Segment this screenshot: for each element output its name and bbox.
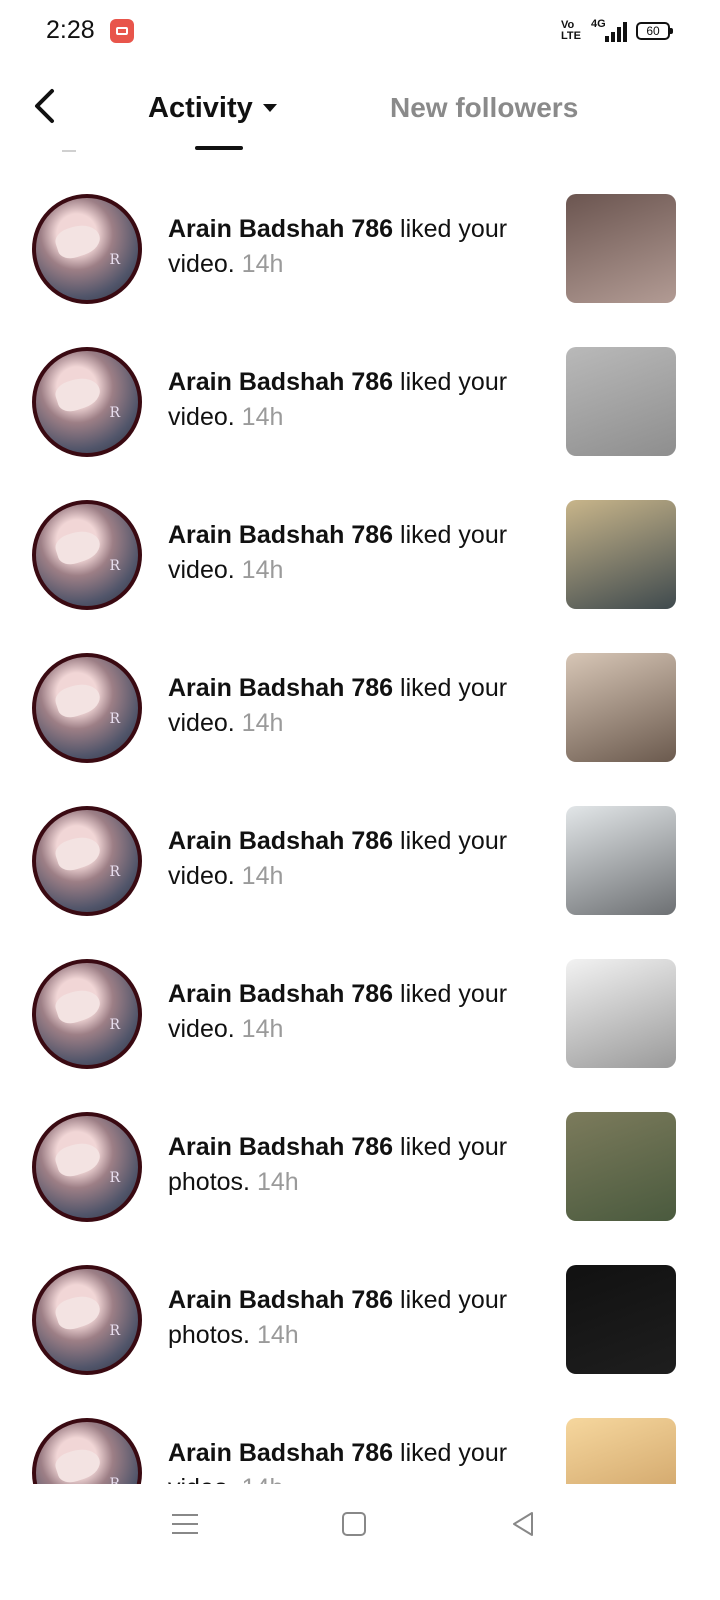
notification-text: Arain Badshah 786 liked your video. 14h [168, 365, 528, 435]
post-thumbnail[interactable] [566, 1418, 676, 1484]
timestamp: 14h [241, 1015, 284, 1043]
avatar[interactable] [32, 1112, 142, 1222]
back-arrow-icon[interactable] [30, 86, 60, 126]
battery-icon: 60 [636, 22, 673, 40]
object-text: video. [168, 709, 235, 737]
avatar[interactable] [32, 1265, 142, 1375]
notification-text: Arain Badshah 786 liked your video. 14h [168, 824, 528, 894]
system-nav-bar [0, 1484, 720, 1600]
username[interactable]: Arain Badshah 786 [168, 368, 393, 396]
object-text: video. [168, 250, 235, 278]
object-text: video. [168, 862, 235, 890]
username[interactable]: Arain Badshah 786 [168, 215, 393, 243]
notification-text: Arain Badshah 786 liked your video. 14h [168, 977, 528, 1047]
action-text: liked your [400, 1286, 508, 1314]
signal-icon [605, 22, 627, 42]
action-text: liked your [400, 215, 508, 243]
menu-icon[interactable] [172, 1512, 198, 1536]
timestamp: 14h [241, 862, 284, 890]
object-text: video. [168, 1474, 235, 1484]
action-text: liked your [400, 980, 508, 1008]
notification-text: Arain Badshah 786 liked your video. 14h [168, 212, 528, 282]
object-text: video. [168, 556, 235, 584]
post-thumbnail[interactable] [566, 1265, 676, 1374]
tab-activity[interactable]: Activity [148, 88, 277, 128]
avatar[interactable] [32, 500, 142, 610]
tab-activity-label: Activity [148, 91, 253, 124]
avatar[interactable] [32, 347, 142, 457]
header [0, 64, 720, 152]
username[interactable]: Arain Badshah 786 [168, 521, 393, 549]
home-icon[interactable] [342, 1512, 366, 1536]
active-tab-indicator [195, 146, 243, 150]
notification-text: Arain Badshah 786 liked your photos. 14h [168, 1130, 528, 1200]
action-text: liked your [400, 827, 508, 855]
notification-text: Arain Badshah 786 liked your video. 14h [168, 1436, 528, 1484]
action-text: liked your [400, 1133, 508, 1161]
action-text: liked your [400, 368, 508, 396]
post-thumbnail[interactable] [566, 347, 676, 456]
notification-text: Arain Badshah 786 liked your photos. 14h [168, 1283, 528, 1353]
notification-list[interactable]: Arain Badshah 786 liked your video. 14h … [0, 170, 720, 1484]
screen-record-icon [110, 19, 134, 43]
back-triangle-icon[interactable] [510, 1510, 536, 1538]
action-text: liked your [400, 1439, 508, 1467]
notification-item[interactable]: Arain Badshah 786 liked your video. 14h [0, 323, 720, 476]
action-text: liked your [400, 521, 508, 549]
username[interactable]: Arain Badshah 786 [168, 1286, 393, 1314]
chevron-down-icon [262, 104, 277, 112]
notification-item[interactable]: Arain Badshah 786 liked your photos. 14h [0, 1088, 720, 1241]
username[interactable]: Arain Badshah 786 [168, 827, 393, 855]
avatar[interactable] [32, 959, 142, 1069]
object-text: video. [168, 403, 235, 431]
notification-item[interactable]: Arain Badshah 786 liked your video. 14h [0, 170, 720, 323]
timestamp: 14h [256, 1168, 299, 1196]
notification-item[interactable]: Arain Badshah 786 liked your video. 14h [0, 629, 720, 782]
post-thumbnail[interactable] [566, 806, 676, 915]
username[interactable]: Arain Badshah 786 [168, 674, 393, 702]
avatar[interactable] [32, 194, 142, 304]
timestamp: 14h [241, 556, 284, 584]
notification-text: Arain Badshah 786 liked your video. 14h [168, 671, 528, 741]
timestamp: 14h [242, 1474, 284, 1484]
timestamp: 14h [256, 1321, 299, 1349]
post-thumbnail[interactable] [566, 194, 676, 303]
notification-item[interactable]: Arain Badshah 786 liked your video. 14h [0, 476, 720, 629]
avatar[interactable] [32, 1418, 142, 1484]
username[interactable]: Arain Badshah 786 [168, 1133, 393, 1161]
timestamp: 14h [241, 403, 284, 431]
status-time: 2:28 [46, 16, 95, 44]
timestamp: 14h [241, 250, 284, 278]
notification-item[interactable]: Arain Badshah 786 liked your video. 14h [0, 782, 720, 935]
tab-new-followers[interactable]: New followers [390, 92, 578, 124]
notification-item[interactable]: Arain Badshah 786 liked your video. 14h [0, 1394, 720, 1484]
divider [62, 150, 76, 152]
avatar[interactable] [32, 653, 142, 763]
notification-text: Arain Badshah 786 liked your video. 14h [168, 518, 528, 588]
object-text: photos. [168, 1168, 251, 1196]
post-thumbnail[interactable] [566, 1112, 676, 1221]
volte-indicator: Vo LTE [561, 19, 581, 42]
action-text: liked your [400, 674, 508, 702]
network-type: 4G [591, 18, 606, 30]
object-text: photos. [168, 1321, 251, 1349]
post-thumbnail[interactable] [566, 500, 676, 609]
avatar[interactable] [32, 806, 142, 916]
post-thumbnail[interactable] [566, 653, 676, 762]
post-thumbnail[interactable] [566, 959, 676, 1068]
object-text: video. [168, 1015, 235, 1043]
username[interactable]: Arain Badshah 786 [168, 980, 393, 1008]
status-bar: 2:28 Vo LTE 4G 60 [0, 0, 720, 64]
notification-item[interactable]: Arain Badshah 786 liked your photos. 14h [0, 1241, 720, 1394]
notification-item[interactable]: Arain Badshah 786 liked your video. 14h [0, 935, 720, 1088]
username[interactable]: Arain Badshah 786 [168, 1439, 393, 1467]
timestamp: 14h [241, 709, 284, 737]
